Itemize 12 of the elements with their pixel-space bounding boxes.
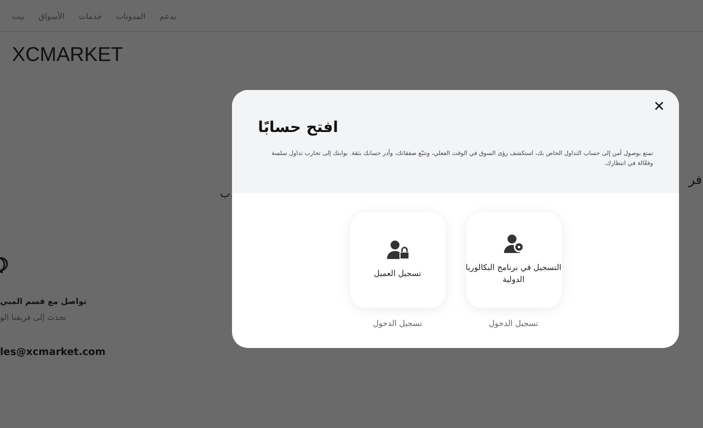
- modal-title: افتح حسابًا: [258, 117, 338, 138]
- contact-title: تواصل مع قسم المبي: [0, 296, 87, 308]
- option-card[interactable]: التسجيل في برنامج البكالوريا الدولية: [466, 212, 562, 308]
- heading-text: فر: [688, 172, 702, 190]
- close-button[interactable]: ✕: [653, 100, 665, 114]
- login-link[interactable]: تسجيل الدخول: [372, 318, 422, 330]
- email-text: les@xcmarket.com: [0, 347, 106, 358]
- user-lock-icon: [386, 240, 410, 260]
- option-card[interactable]: تسجيل العميل: [350, 212, 446, 308]
- user-badge-icon: [502, 234, 524, 254]
- logo: XCMARKET: [12, 45, 124, 65]
- login-link[interactable]: تسجيل الدخول: [488, 318, 538, 330]
